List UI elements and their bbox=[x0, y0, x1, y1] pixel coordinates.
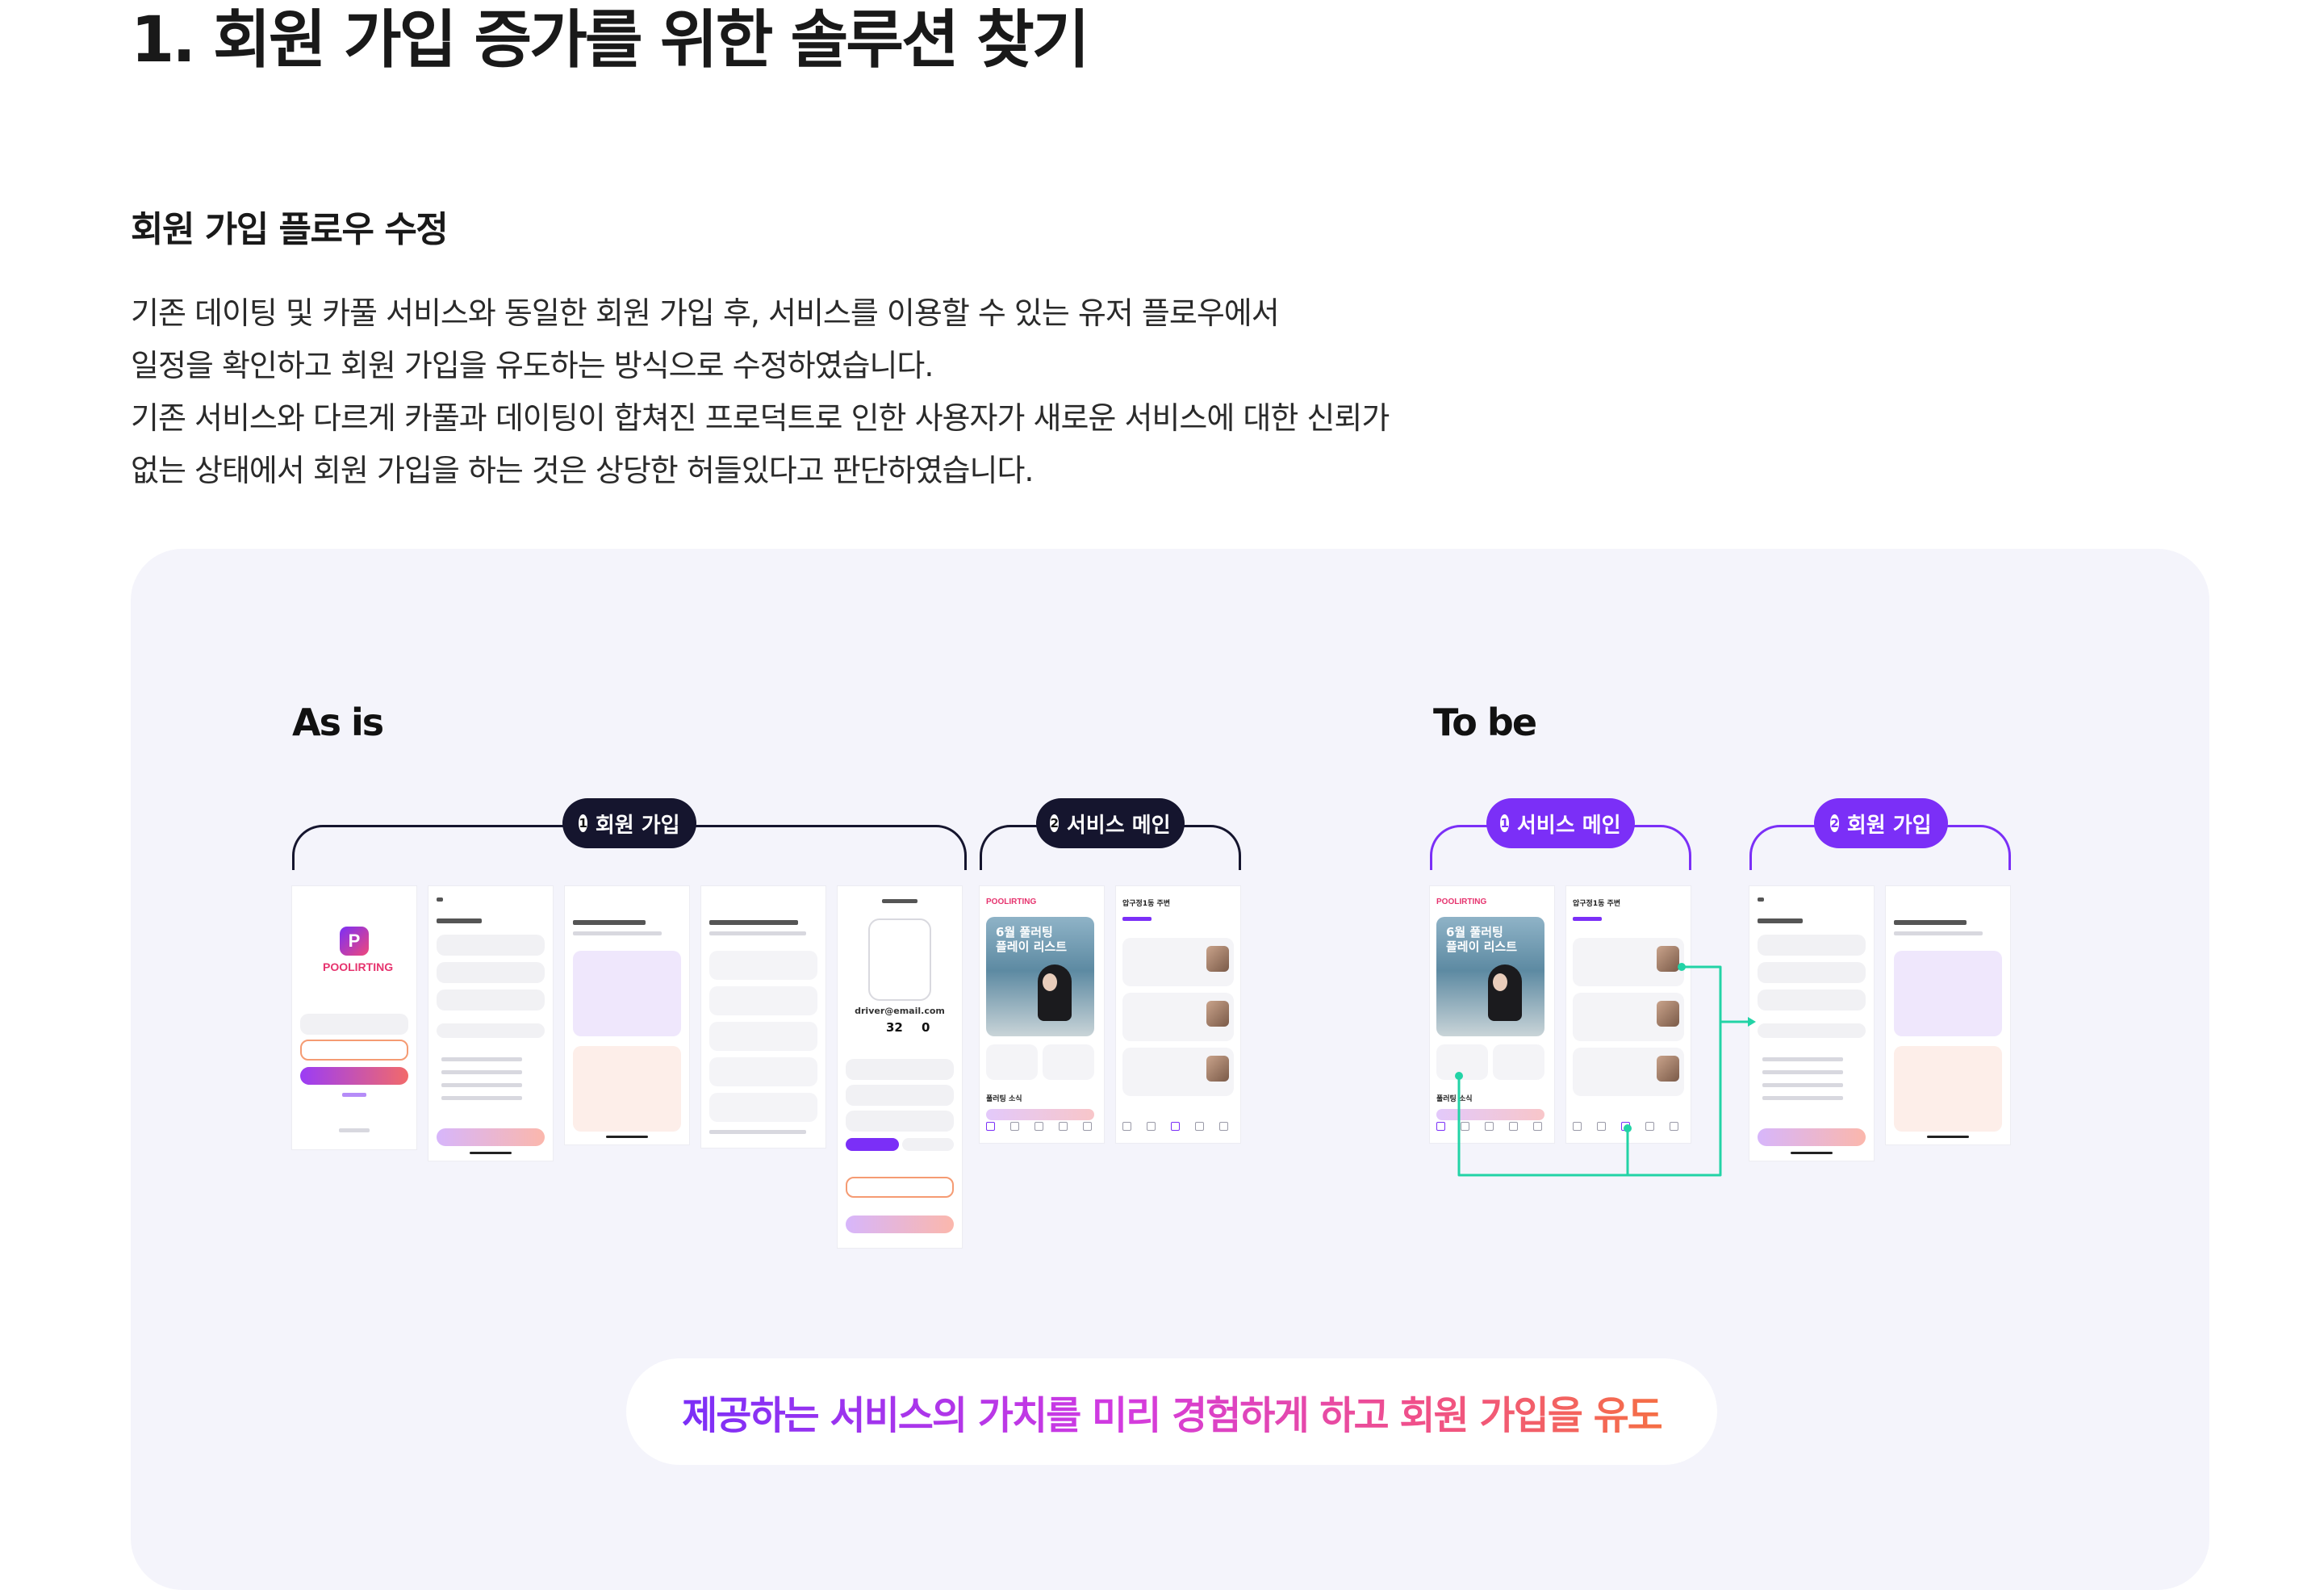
connector-dot bbox=[1455, 1072, 1463, 1080]
tagline-text: 제공하는 서비스의 가치를 미리 경험하게 하고 회원 가입을 유도 bbox=[682, 1383, 1663, 1440]
connector-dot bbox=[1678, 963, 1686, 971]
flow-connector-lines bbox=[1457, 965, 1756, 1177]
connector-dot bbox=[1624, 1124, 1632, 1132]
tagline-box: 제공하는 서비스의 가치를 미리 경험하게 하고 회원 가입을 유도 bbox=[626, 1358, 1717, 1465]
